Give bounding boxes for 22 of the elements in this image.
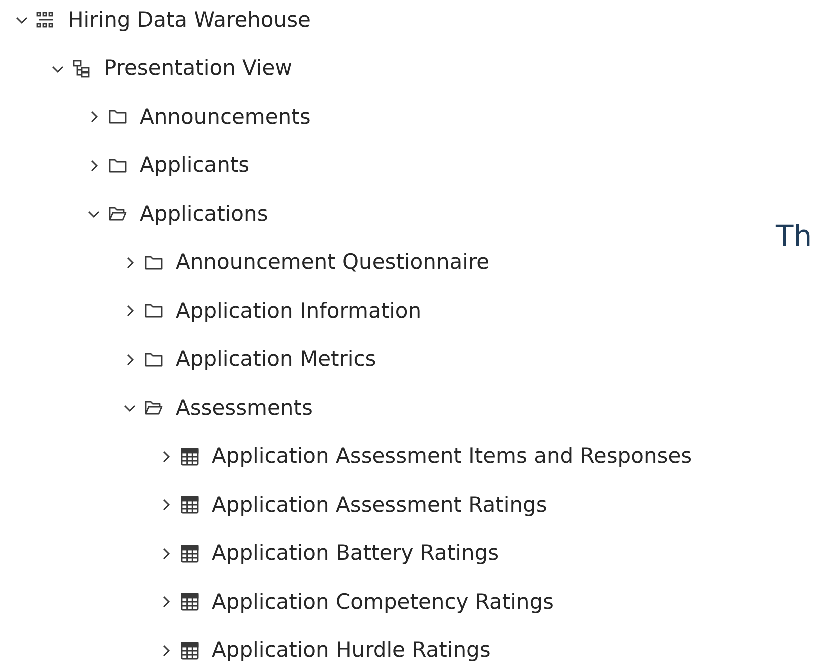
tree-item-label[interactable]: Presentation View: [104, 53, 292, 84]
tree-item-label[interactable]: Application Information: [176, 296, 422, 327]
tree-item-label[interactable]: Application Metrics: [176, 344, 376, 376]
tree-item-label[interactable]: Announcement Questionnaire: [176, 247, 490, 278]
table-icon: [180, 640, 200, 661]
tree-item-label[interactable]: Applicants: [140, 150, 250, 182]
heading: Th: [776, 218, 812, 255]
tree-item-label[interactable]: Application Hurdle Ratings: [212, 635, 491, 661]
tree-item-label[interactable]: Applications: [140, 198, 268, 230]
table-icon: [180, 544, 200, 564]
tree-item-label[interactable]: Hiring Data Warehouse: [68, 4, 311, 36]
tree-item-label[interactable]: Announcements: [140, 102, 311, 133]
tree-item-label[interactable]: Assessments: [176, 392, 313, 424]
tree-item-label[interactable]: Application Competency Ratings: [212, 586, 554, 618]
table-icon: [180, 495, 200, 516]
tree-item-label[interactable]: Application Assessment Ratings: [212, 490, 548, 521]
model-icon: [36, 10, 56, 30]
tree-item-label[interactable]: Application Battery Ratings: [212, 538, 500, 570]
table-icon: [180, 592, 200, 612]
table-icon: [180, 446, 200, 467]
tree-item-label[interactable]: Application Assessment Items and Responses: [212, 441, 692, 472]
hierarchy-icon: [72, 58, 92, 79]
